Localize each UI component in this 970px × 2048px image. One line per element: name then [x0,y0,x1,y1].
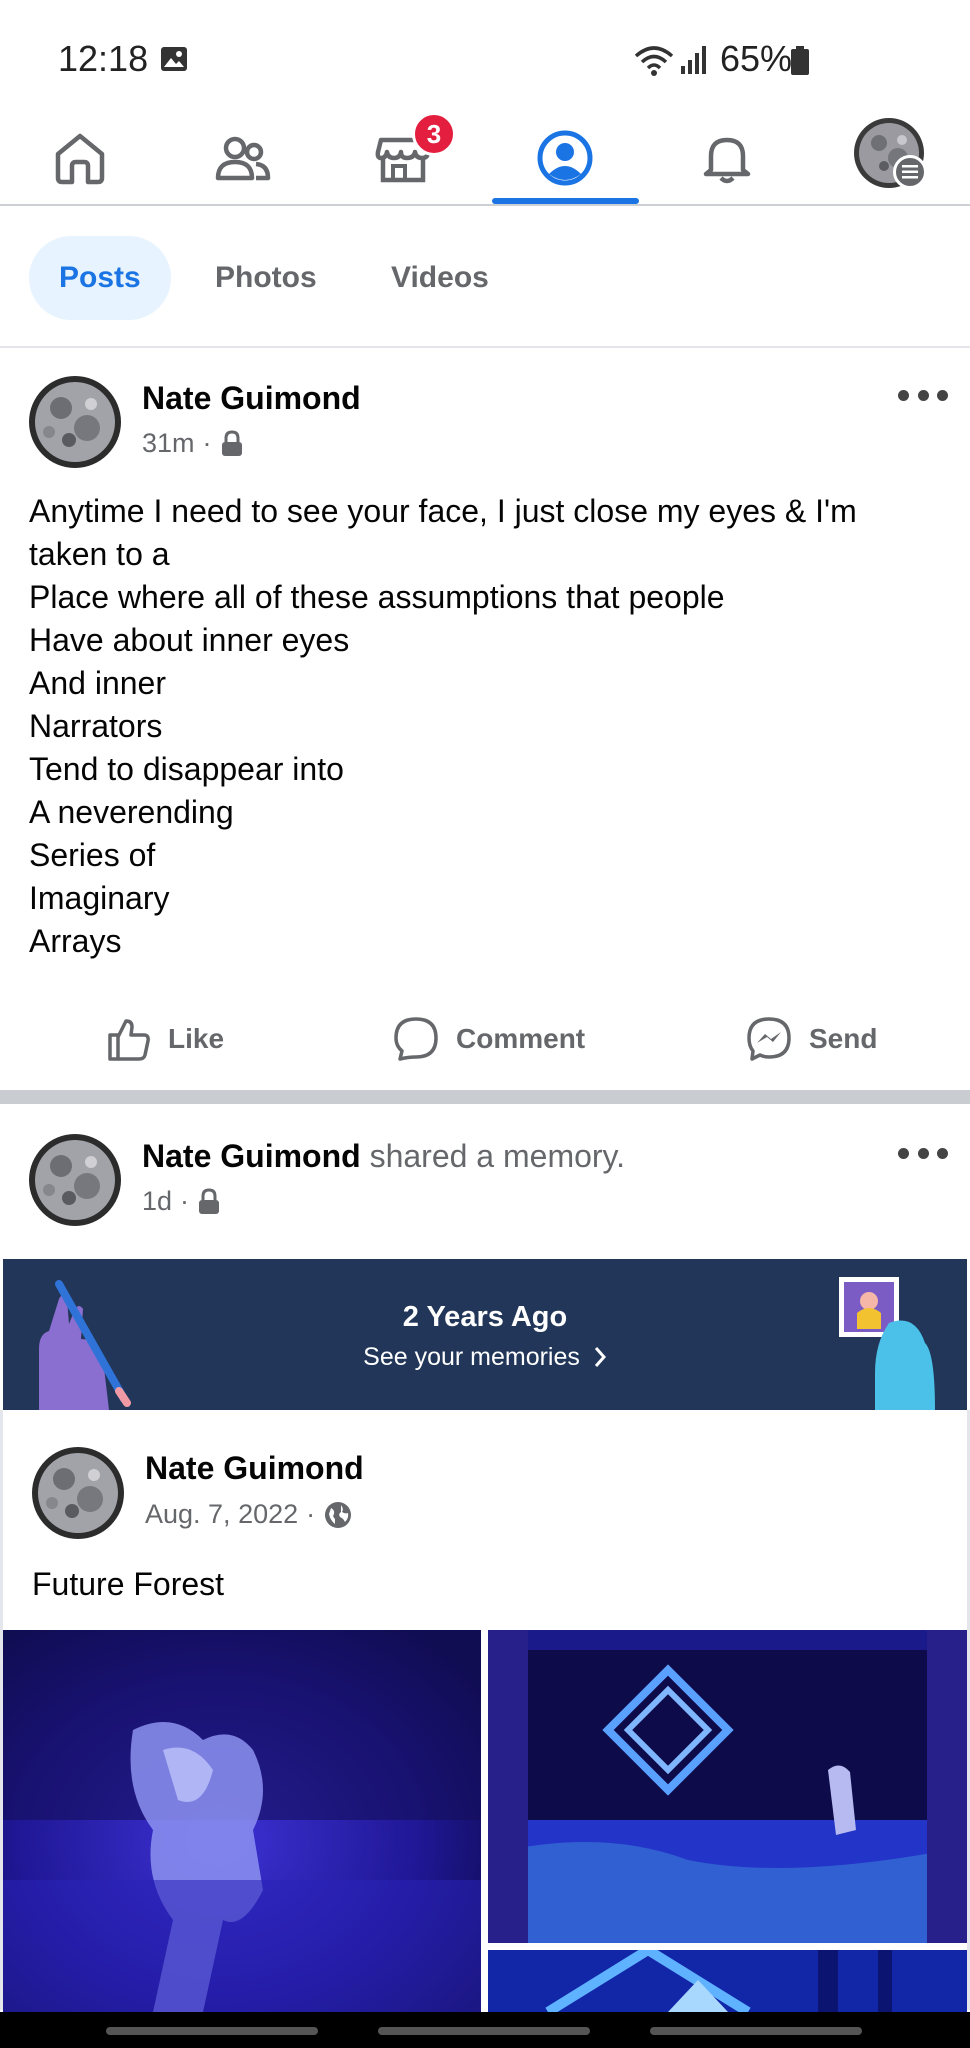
post-meta: 1d · [142,1186,221,1217]
post-author-line: Nate Guimond shared a memory. [142,1138,625,1175]
nav-pill[interactable] [650,2027,862,2035]
signal-icon [681,46,706,74]
nav-friends[interactable] [167,110,317,206]
moon-avatar-image [29,1134,121,1226]
messenger-icon [747,1017,791,1061]
friends-icon [215,136,271,181]
battery-percent: 65% [720,38,793,79]
status-bar: 12:18 65% [0,0,970,110]
like-button[interactable]: Like [104,996,224,1082]
post-time[interactable]: 1d [142,1186,172,1217]
post-line: Anytime I need to see your face, I just … [29,493,857,529]
post-line: Narrators [29,708,163,744]
system-navigation-bar [0,2012,970,2048]
post-line: Have about inner eyes [29,622,350,658]
post-line: Imaginary [29,880,170,916]
send-label: Send [809,1023,878,1054]
hamburger-icon [902,165,918,179]
tab-photos[interactable]: Photos [185,236,347,320]
post-author-name[interactable]: Nate Guimond [142,1138,361,1174]
shared-post-meta: Aug. 7, 2022 · [145,1499,353,1530]
top-navigation [0,110,970,206]
gallery-notification-icon [161,47,187,71]
shared-post-text: Future Forest [32,1566,225,1602]
post-meta: 31m · [142,428,244,459]
lock-icon [199,1187,220,1214]
photo-forest-arch[interactable] [488,1950,967,2012]
post-line: Tend to disappear into [29,751,344,787]
comment-label: Comment [456,1023,586,1054]
post-activity: shared a memory. [369,1138,626,1174]
photo-image [488,1630,967,1943]
meta-separator: · [180,1186,190,1216]
nav-pill[interactable] [106,2027,318,2035]
photo-image [3,1630,481,2012]
bell-icon [703,137,751,184]
feed-separator [0,1090,970,1104]
profile-tabs: Posts Photos Videos [0,208,970,348]
nav-home[interactable] [5,110,155,206]
chevron-right-icon [594,1347,606,1367]
post-more-button[interactable] [898,385,948,405]
globe-icon [325,1501,352,1528]
more-dot [937,1147,948,1159]
photo-astronaut-left[interactable] [3,1630,481,2012]
profile-icon [537,130,593,186]
hand-photo-illustration [839,1277,935,1410]
post-line: Series of [29,837,156,873]
moon-avatar-image [29,376,121,468]
see-memories-label: See your memories [363,1343,580,1371]
thumbs-up-icon [108,1019,150,1061]
comment-icon [394,1017,438,1061]
post-line: Place where all of these assumptions tha… [29,579,725,615]
post-author-avatar[interactable] [29,376,121,468]
wifi-icon [634,46,674,76]
photo-diamond-portal[interactable] [488,1630,967,1943]
meta-separator: · [202,428,212,458]
more-dot [898,389,909,401]
marketplace-badge: 3 [412,112,456,156]
nav-notifications[interactable] [652,110,802,206]
send-button[interactable]: Send [745,996,877,1082]
battery-icon [791,46,809,75]
comment-button[interactable]: Comment [392,996,585,1082]
post-time[interactable]: 31m [142,428,195,459]
menu-icon[interactable] [893,155,927,189]
shared-author-name[interactable]: Nate Guimond [145,1450,364,1487]
memory-title: 2 Years Ago [402,1301,568,1333]
more-dot [898,1147,909,1159]
post-line: A neverending [29,794,234,830]
lock-icon [221,429,242,456]
post-author-avatar[interactable] [29,1134,121,1226]
tab-videos[interactable]: Videos [361,236,519,320]
post-line: And inner [29,665,166,701]
nav-profile[interactable] [490,110,640,206]
nav-pill[interactable] [378,2027,590,2035]
nav-marketplace[interactable] [328,110,478,206]
more-dot [917,389,929,401]
shared-post-date[interactable]: Aug. 7, 2022 [145,1499,298,1530]
post-author-name[interactable]: Nate Guimond [142,380,361,417]
home-icon [55,133,105,185]
post-line: Arrays [29,923,122,959]
post-line: taken to a [29,536,170,572]
more-dot [937,389,948,401]
memory-banner[interactable]: 2 Years Ago See your memories [3,1259,967,1410]
like-label: Like [168,1023,225,1054]
active-tab-indicator [492,198,639,204]
moon-avatar-image [32,1447,124,1539]
post-more-button[interactable] [898,1143,948,1163]
more-dot [917,1147,929,1159]
post-body: Anytime I need to see your face, I just … [29,490,949,963]
status-time: 12:18 [58,38,149,79]
tab-posts[interactable]: Posts [29,236,171,320]
meta-separator: · [306,1499,316,1529]
see-memories-link[interactable]: See your memories [3,1343,967,1372]
photo-image [488,1950,967,2012]
shared-author-avatar[interactable] [32,1447,124,1539]
